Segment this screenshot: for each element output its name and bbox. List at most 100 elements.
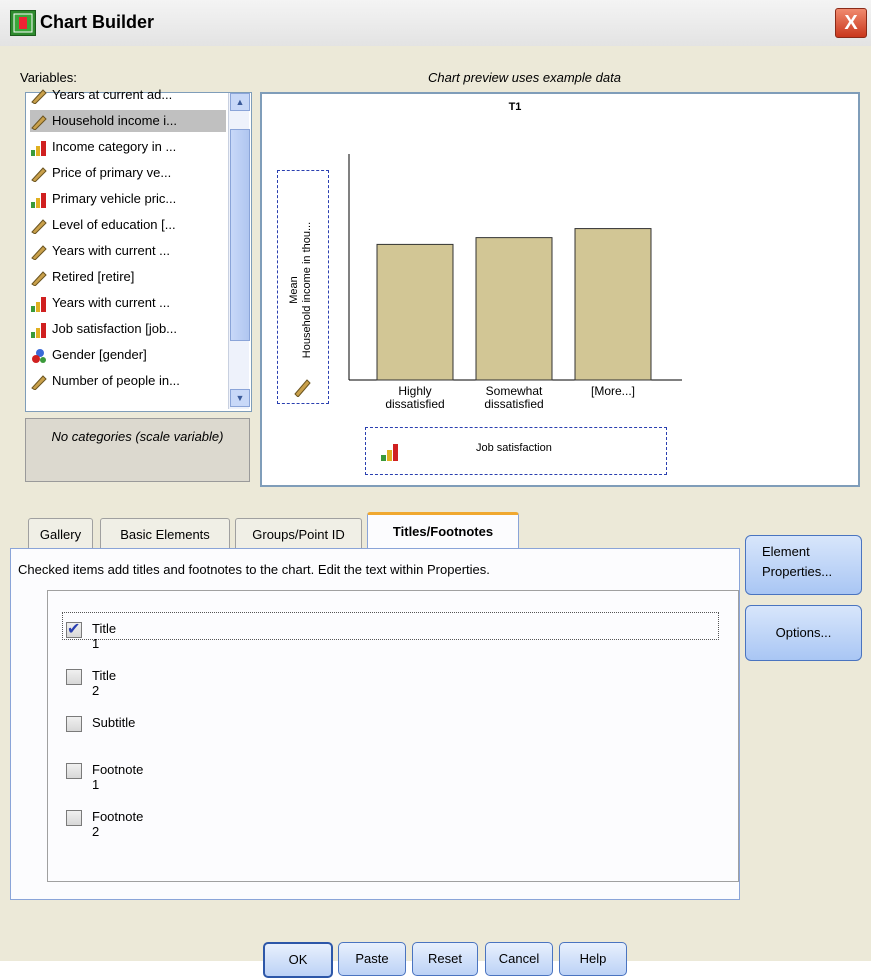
variable-list-item-label: Years with current ... [52, 243, 171, 258]
scale-ruler-icon [30, 270, 48, 287]
variables-scrollbar[interactable]: ▲ ▼ [228, 93, 250, 409]
scroll-up-arrow-icon[interactable]: ▲ [230, 93, 250, 111]
reset-button[interactable]: Reset [412, 942, 478, 976]
options-button-label: Options... [775, 625, 832, 640]
x-axis-label: Job satisfaction [476, 442, 552, 454]
tab-basic-elements[interactable]: Basic Elements [100, 518, 230, 551]
variable-list-item-label: Gender [gender] [52, 347, 147, 362]
scroll-down-arrow-icon[interactable]: ▼ [230, 389, 250, 407]
ok-button[interactable]: OK [263, 942, 333, 978]
variable-list-item[interactable]: Years at current ad... [30, 84, 226, 106]
checkbox-option[interactable] [66, 716, 82, 732]
x-tick-label: dissatisfied [385, 397, 444, 411]
chart-title: T1 [509, 101, 522, 113]
cancel-button-label: Cancel [498, 951, 540, 966]
tab-groups-point-id-label: Groups/Point ID [252, 527, 345, 542]
variable-list-item-label: Household income i... [52, 113, 178, 128]
tab-basic-elements-label: Basic Elements [120, 527, 210, 542]
y-axis-label: Mean Household income in thou... [288, 185, 314, 395]
variable-list-item[interactable]: Retired [retire] [30, 266, 226, 288]
bar [475, 237, 553, 381]
help-button[interactable]: Help [559, 942, 627, 976]
variable-list-item-label: Years with current ... [52, 295, 171, 310]
variable-list-item-label: Primary vehicle pric... [52, 191, 177, 206]
x-axis-drop-zone[interactable]: Job satisfaction [365, 427, 667, 475]
variable-list-item[interactable]: Household income i... [30, 110, 226, 132]
checkbox-option-label: Subtitle [92, 715, 136, 730]
bar [376, 243, 454, 381]
tab-gallery-label: Gallery [39, 527, 82, 542]
y-axis-label-line1: Mean [288, 276, 300, 304]
y-axis-drop-zone[interactable]: Mean Household income in thou... [277, 170, 329, 404]
checkbox-option-label: Footnote 1 [92, 762, 144, 792]
variable-list-item-label: Years at current ad... [52, 87, 173, 102]
checkbox-option-label: Title 2 [92, 668, 117, 698]
help-button-label: Help [579, 951, 607, 966]
variable-list-item-label: Price of primary ve... [52, 165, 172, 180]
preview-note: Chart preview uses example data [428, 70, 621, 85]
variable-list-item[interactable]: Number of people in... [30, 370, 226, 392]
variable-list-item[interactable]: Years with current ... [30, 240, 226, 262]
panel-description: Checked items add titles and footnotes t… [18, 562, 490, 577]
checkbox-option[interactable] [66, 669, 82, 685]
variables-list[interactable]: Years at current ad... Household income i… [25, 87, 252, 412]
variable-list-item[interactable]: Job satisfaction [job... [30, 318, 226, 340]
variable-list-item-label: Job satisfaction [job... [52, 321, 178, 336]
variable-list-item[interactable]: Gender [gender] [30, 344, 226, 366]
close-icon: X [844, 12, 858, 34]
variable-list-item-label: Number of people in... [52, 373, 180, 388]
x-tick-label: dissatisfied [484, 397, 543, 411]
tab-titles-footnotes-label: Titles/Footnotes [392, 524, 494, 539]
close-button[interactable]: X [835, 8, 867, 38]
scroll-thumb[interactable] [230, 129, 250, 341]
variable-list-item-label: Income category in ... [52, 139, 177, 154]
variable-list-item-label: Retired [retire] [52, 269, 135, 284]
chart-preview-canvas[interactable]: T1 Highly dissatisfied Somewhat dissatisfied… [260, 92, 860, 487]
ordinal-bars-icon [380, 442, 400, 462]
scale-ruler-icon [292, 377, 312, 398]
checkbox-option-label: Title 1 [92, 621, 117, 651]
checkbox-option-label: Footnote 2 [92, 809, 144, 839]
variable-list-item[interactable]: Level of education [... [30, 214, 226, 236]
options-button[interactable]: Options... [745, 605, 862, 661]
x-tick-label: Highly [398, 384, 431, 398]
variable-list-item[interactable]: Income category in ... [30, 136, 226, 158]
tab-gallery[interactable]: Gallery [28, 518, 93, 551]
cancel-button[interactable]: Cancel [485, 942, 553, 976]
scale-ruler-icon [30, 244, 48, 261]
x-tick-label: [More...] [591, 384, 635, 398]
x-tick-label: Somewhat [486, 384, 543, 398]
scale-ruler-icon [30, 88, 48, 105]
scale-ruler-icon [30, 218, 48, 235]
title-1-focus-outline [62, 612, 719, 640]
bar [574, 228, 652, 381]
tab-strip: Gallery Basic Elements Groups/Point ID T… [25, 508, 737, 555]
categories-box: No categories (scale variable) [25, 418, 250, 482]
nominal-circles-icon [30, 348, 48, 364]
paste-button[interactable]: Paste [338, 942, 406, 976]
paste-button-label: Paste [355, 951, 389, 966]
scale-ruler-icon [30, 374, 48, 391]
window-title: Chart Builder [40, 12, 155, 32]
tab-groups-point-id[interactable]: Groups/Point ID [235, 518, 362, 551]
element-properties-button[interactable]: Element Properties... [745, 535, 862, 595]
scale-ruler-icon [30, 166, 48, 183]
variable-list-item[interactable]: Years with current ... [30, 292, 226, 314]
title-bar: Chart Builder X [0, 0, 871, 47]
scale-ruler-icon [30, 114, 48, 131]
categories-note: No categories (scale variable) [51, 429, 224, 444]
checkbox-option[interactable] [66, 763, 82, 779]
ordinal-bars-icon [30, 140, 48, 156]
variable-list-item-label: Level of education [... [52, 217, 176, 232]
variable-list-item[interactable]: Price of primary ve... [30, 162, 226, 184]
checkbox-option[interactable] [66, 810, 82, 826]
ordinal-bars-icon [30, 322, 48, 338]
ordinal-bars-icon [30, 296, 48, 312]
variables-label: Variables: [20, 70, 77, 85]
checkbox-option[interactable] [66, 619, 82, 639]
chart-builder-app-icon [10, 10, 36, 36]
y-axis-label-line2: Household income in thou... [301, 221, 313, 359]
reset-button-label: Reset [428, 951, 462, 966]
variable-list-item[interactable]: Primary vehicle pric... [30, 188, 226, 210]
element-properties-line2: Properties... [762, 564, 833, 579]
